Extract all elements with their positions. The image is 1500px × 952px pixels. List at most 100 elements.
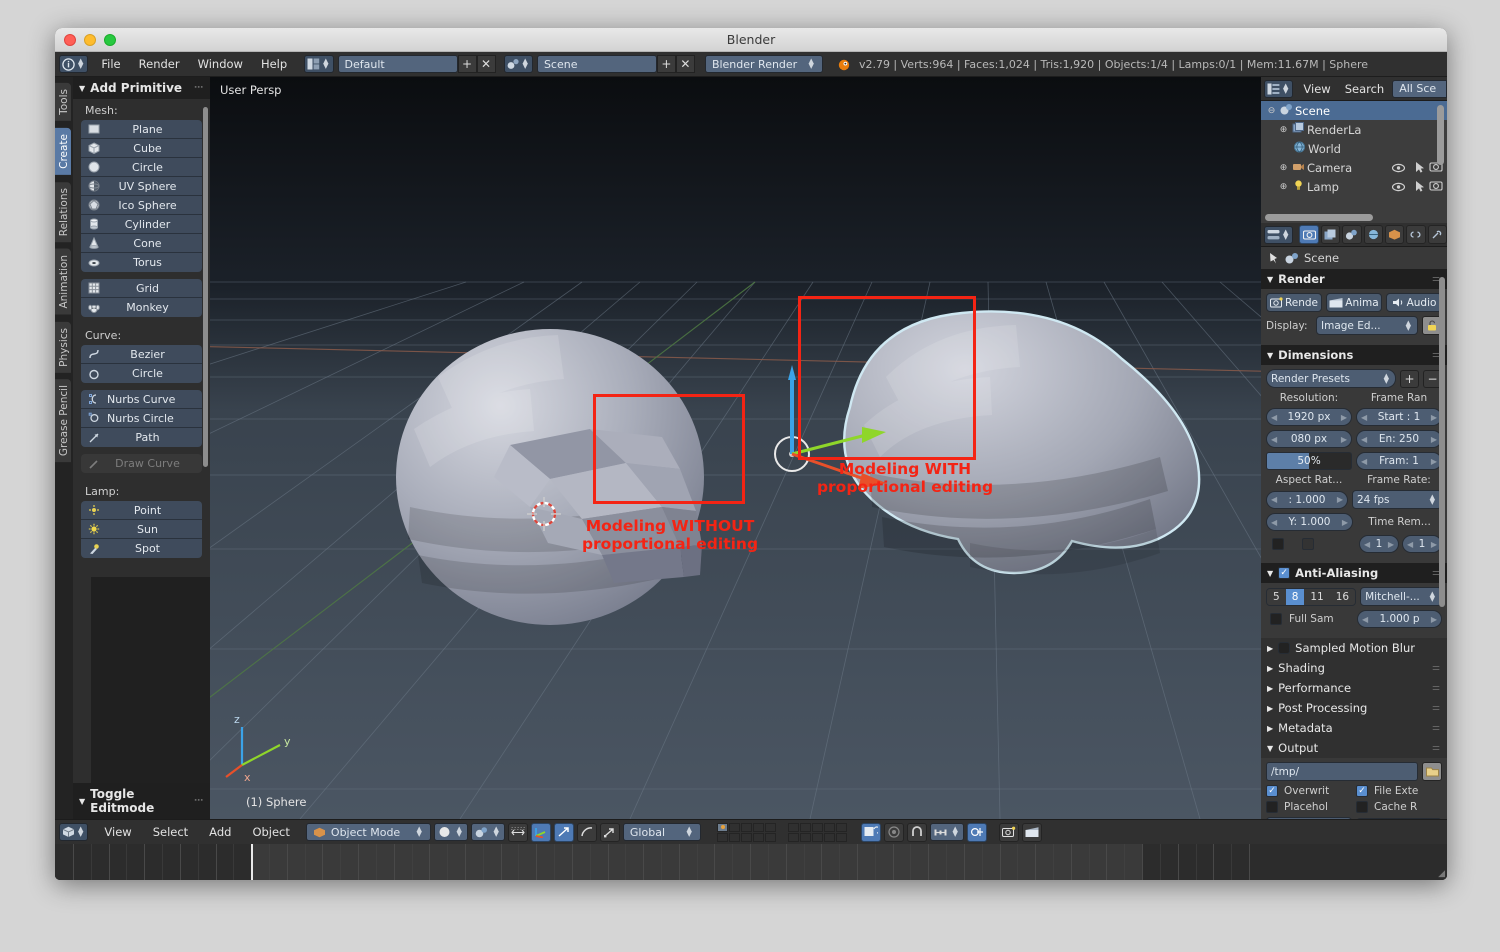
viewport-menu-add[interactable]: Add — [200, 823, 240, 841]
lamp-restrict-toggles[interactable] — [1392, 181, 1425, 192]
arrow-left-icon[interactable]: ◀ — [1362, 615, 1368, 624]
menu-help[interactable]: Help — [252, 55, 296, 73]
outliner-row-scene[interactable]: ⊖ Scene — [1261, 101, 1447, 120]
rotate-manipulator-button[interactable] — [576, 822, 597, 842]
snap-magnet-button[interactable] — [906, 822, 927, 842]
dimensions-panel-header[interactable]: ▼ Dimensions ⚌ — [1261, 345, 1447, 365]
lamp-render-restrict-toggle[interactable] — [1427, 180, 1445, 194]
arrow-right-icon[interactable]: ▶ — [1388, 540, 1394, 549]
arrow-right-icon[interactable]: ▶ — [1342, 518, 1348, 527]
aa-filter-size-field[interactable]: ◀ 1.000 p ▶ — [1357, 610, 1442, 628]
outliner-row-lamp[interactable]: ⊕ Lamp — [1261, 177, 1447, 196]
add-sun-lamp-button[interactable]: Sun — [81, 520, 202, 539]
border-checkbox[interactable] — [1272, 538, 1284, 550]
add-preset-button[interactable]: + — [1400, 369, 1419, 388]
toggle-editmode-panel-header[interactable]: ▼ Toggle Editmode ⋯ — [73, 783, 210, 819]
tab-modifiers-properties[interactable] — [1427, 225, 1447, 244]
aspect-x-field[interactable]: ◀: 1.000 ▶ — [1266, 490, 1348, 509]
output-path-input[interactable]: /tmp/ — [1266, 762, 1418, 781]
tab-grease-pencil[interactable]: Grease Pencil — [55, 379, 71, 463]
add-ico-sphere-button[interactable]: Ico Sphere — [81, 196, 202, 215]
add-nurbs-circle-button[interactable]: Nurbs Circle — [81, 409, 202, 428]
scale-manipulator-button[interactable] — [599, 822, 620, 842]
time-remap-new-field[interactable]: ◀ 1 ▶ — [1402, 535, 1442, 553]
arrow-right-icon[interactable]: ▶ — [1431, 413, 1437, 422]
tab-relations[interactable]: Relations — [55, 181, 71, 242]
arrow-left-icon[interactable]: ◀ — [1271, 518, 1277, 527]
timeline-strip[interactable]: -50-40-30-20-100102030405060708090100110… — [55, 844, 1447, 880]
layer-cell[interactable] — [728, 832, 740, 842]
snap-element-select[interactable]: ▲ ▼ — [929, 823, 964, 841]
render-image-button[interactable]: Rende — [1266, 293, 1322, 312]
render-engine-selector[interactable]: Blender Render ▲ ▼ — [704, 55, 823, 73]
editor-type-selector-outliner[interactable]: ▲ ▼ — [1264, 79, 1294, 98]
editor-type-selector-properties[interactable]: ▲ ▼ — [1264, 225, 1294, 244]
layer-cell[interactable] — [823, 822, 835, 832]
cache-result-checkbox[interactable] — [1356, 801, 1368, 813]
arrow-left-icon[interactable]: ◀ — [1271, 413, 1277, 422]
toggle-select-through-button[interactable] — [507, 822, 528, 842]
outliner-menu-view[interactable]: View — [1297, 80, 1336, 98]
arrow-left-icon[interactable]: ◀ — [1407, 540, 1413, 549]
antialiasing-checkbox[interactable]: ✓ — [1278, 567, 1291, 579]
menu-render[interactable]: Render — [130, 55, 189, 73]
aa-filter-select[interactable]: Mitchell-... ▲ ▼ — [1360, 587, 1442, 606]
add-circle-button[interactable]: Circle — [81, 158, 202, 177]
camera-restrict-toggles[interactable] — [1392, 162, 1425, 173]
arrow-left-icon[interactable]: ◀ — [1271, 495, 1277, 504]
time-remap-old-field[interactable]: ◀ 1 ▶ — [1359, 535, 1399, 553]
overwrite-checkbox[interactable]: ✓ — [1266, 785, 1278, 797]
tab-physics[interactable]: Physics — [55, 321, 71, 373]
color-mode-bw[interactable]: BW — [1356, 818, 1387, 819]
pivot-point-button[interactable] — [966, 822, 987, 842]
tab-scene-properties[interactable] — [1342, 225, 1362, 244]
outliner-vertical-scrollbar[interactable] — [1437, 105, 1444, 165]
arrow-right-icon[interactable]: ▶ — [1431, 435, 1437, 444]
add-point-lamp-button[interactable]: Point — [81, 501, 202, 520]
layer-cell[interactable] — [740, 832, 752, 842]
output-panel-header[interactable]: ▼ Output ⚌ — [1261, 738, 1447, 758]
antialiasing-panel-header[interactable]: ▼ ✓ Anti-Aliasing ⚌ — [1261, 563, 1447, 583]
add-cone-button[interactable]: Cone — [81, 234, 202, 253]
tab-world-properties[interactable] — [1363, 225, 1383, 244]
editor-type-selector-info[interactable]: ▲ ▼ — [59, 55, 89, 73]
outliner-display-mode[interactable]: All Sce — [1392, 79, 1447, 98]
aa-samples-8[interactable]: 8 — [1285, 588, 1305, 605]
screen-layout-field[interactable]: Default — [337, 55, 458, 73]
color-mode-group[interactable]: BW RG RG — [1355, 817, 1442, 819]
scene-layers-group-2[interactable] — [787, 822, 847, 842]
add-cylinder-button[interactable]: Cylinder — [81, 215, 202, 234]
outliner-horizontal-scrollbar[interactable] — [1265, 214, 1373, 221]
layer-cell[interactable] — [799, 822, 811, 832]
render-opengl-animation-button[interactable] — [1021, 822, 1042, 842]
metadata-panel-header[interactable]: ▶ Metadata ⚌ — [1261, 718, 1447, 738]
layer-cell[interactable] — [787, 822, 799, 832]
outliner-tree[interactable]: ⊖ Scene ⊕ RenderLa World ⊕ Camera ⊕ Lamp — [1261, 101, 1447, 223]
viewport-menu-object[interactable]: Object — [243, 823, 298, 841]
viewport-shading-select[interactable]: ▲ ▼ — [433, 823, 468, 841]
resolution-percentage-slider[interactable]: 50% — [1266, 452, 1352, 470]
tool-shelf-scrollbar[interactable] — [203, 107, 208, 467]
tab-tools[interactable]: Tools — [55, 83, 71, 121]
layer-cell[interactable] — [752, 832, 764, 842]
layer-cell[interactable] — [811, 822, 823, 832]
translate-manipulator-button[interactable] — [553, 822, 574, 842]
tab-render-properties[interactable] — [1299, 225, 1319, 244]
add-uv-sphere-button[interactable]: UV Sphere — [81, 177, 202, 196]
collapse-icon[interactable]: ⊖ — [1265, 106, 1278, 116]
arrow-left-icon[interactable]: ◀ — [1364, 540, 1370, 549]
aa-samples-11[interactable]: 11 — [1304, 588, 1330, 605]
screen-layout-icon-button[interactable]: ▲ ▼ — [304, 55, 334, 73]
lock-camera-to-view-button[interactable] — [860, 822, 881, 842]
layer-cell[interactable] — [764, 822, 776, 832]
arrow-left-icon[interactable]: ◀ — [1361, 435, 1367, 444]
editor-type-selector-3dview[interactable]: ▲ ▼ — [59, 823, 89, 841]
interaction-mode-select[interactable]: Object Mode ▲ ▼ — [305, 823, 431, 841]
arrow-left-icon[interactable]: ◀ — [1271, 435, 1277, 444]
arrow-left-icon[interactable]: ◀ — [1361, 413, 1367, 422]
layer-cell[interactable] — [811, 832, 823, 842]
tab-create[interactable]: Create — [55, 127, 71, 175]
viewport-menu-view[interactable]: View — [95, 823, 140, 841]
arrow-right-icon[interactable]: ▶ — [1431, 615, 1437, 624]
crop-checkbox[interactable] — [1302, 538, 1314, 550]
